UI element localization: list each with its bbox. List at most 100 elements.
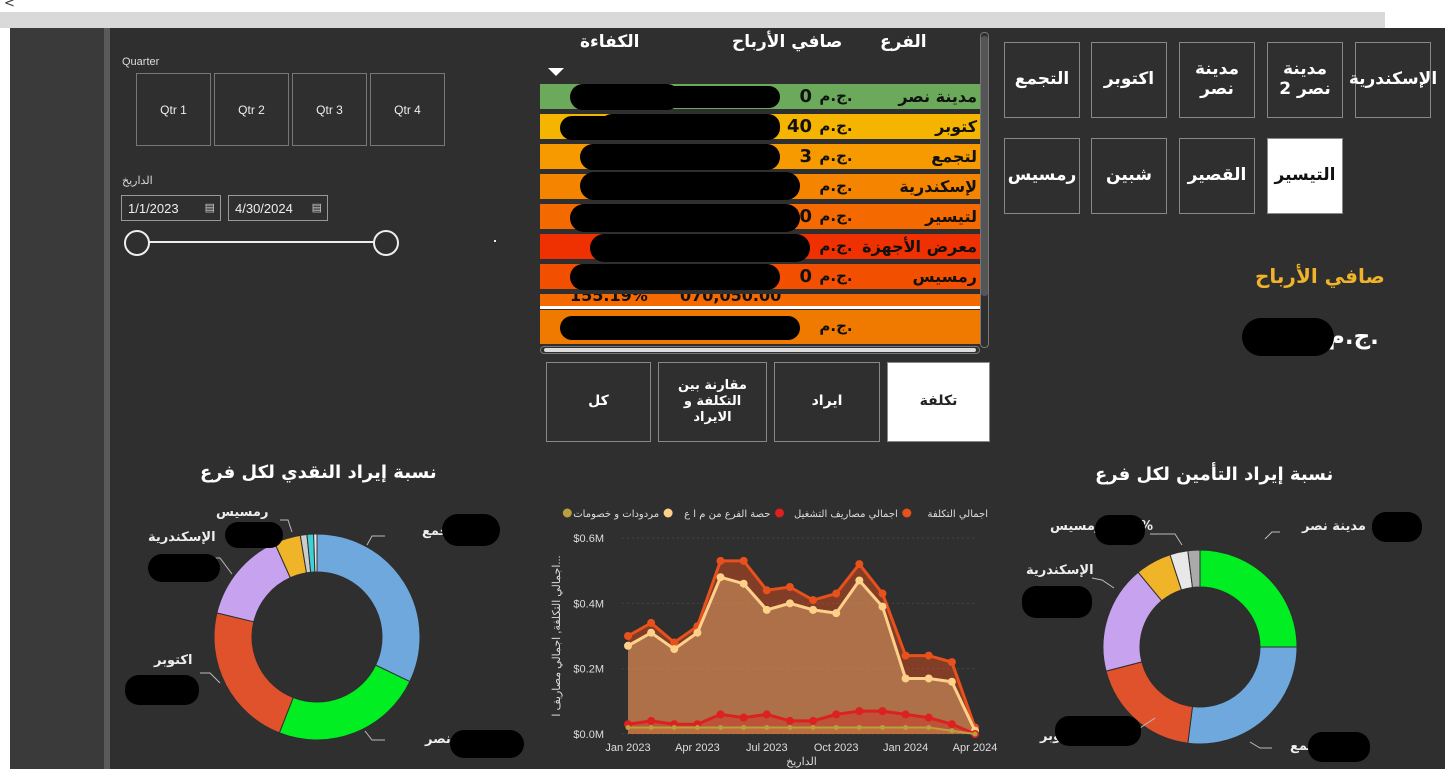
data-point[interactable]: [924, 651, 933, 660]
x-tick-label: Oct 2023: [814, 742, 859, 754]
data-point[interactable]: [901, 710, 910, 719]
redaction: [1022, 586, 1092, 618]
data-point[interactable]: [762, 710, 771, 719]
redaction: [1372, 512, 1422, 542]
data-point[interactable]: [832, 589, 841, 598]
redaction: [225, 522, 283, 548]
data-point[interactable]: [647, 618, 656, 627]
data-point[interactable]: [810, 724, 816, 730]
y-tick-label: $0.0M: [573, 729, 604, 741]
redaction: [450, 730, 524, 758]
data-point[interactable]: [624, 641, 632, 650]
redaction: [1055, 716, 1141, 746]
redaction: [1308, 732, 1370, 762]
legend-marker[interactable]: [663, 508, 673, 518]
data-point[interactable]: [924, 674, 933, 683]
data-point[interactable]: [855, 576, 864, 585]
redaction: [148, 554, 220, 582]
legend-label: اجمالي مصاريف التشغيل: [794, 509, 898, 520]
leader-line: [1091, 577, 1115, 589]
data-point[interactable]: [879, 724, 885, 730]
x-tick-label: Apr 2023: [675, 742, 720, 754]
data-point[interactable]: [947, 677, 956, 686]
data-point[interactable]: [671, 724, 677, 730]
data-point[interactable]: [785, 599, 794, 608]
donut-slice[interactable]: [316, 533, 421, 683]
data-point[interactable]: [718, 724, 724, 730]
redaction: [1095, 515, 1145, 545]
data-point[interactable]: [832, 609, 841, 618]
data-point[interactable]: [833, 724, 839, 730]
donut-slice[interactable]: [278, 664, 411, 741]
cost-area-chart: $0.0M $0.2M $0.4M $0.6M Jan 2023 Apr 2023 Jul …: [551, 508, 998, 768]
x-tick-label: Jan 2024: [883, 742, 928, 754]
data-point[interactable]: [693, 628, 702, 637]
data-point[interactable]: [741, 724, 747, 730]
donut-slice[interactable]: [213, 612, 294, 734]
data-point[interactable]: [694, 724, 700, 730]
data-point[interactable]: [855, 560, 864, 569]
data-point[interactable]: [924, 713, 933, 722]
data-point[interactable]: [716, 573, 725, 582]
data-point[interactable]: [901, 674, 910, 683]
data-point[interactable]: [972, 731, 978, 737]
x-tick-label: Jan 2023: [605, 742, 650, 754]
data-point[interactable]: [949, 728, 955, 734]
donut-slice[interactable]: [1187, 646, 1298, 745]
data-point[interactable]: [809, 716, 818, 725]
data-point[interactable]: [716, 556, 725, 565]
dashboard-canvas: Quarter Qtr 1 Qtr 2 Qtr 3 Qtr 4 الداريخ …: [10, 28, 1445, 769]
data-point[interactable]: [903, 724, 909, 730]
data-point[interactable]: [947, 720, 956, 729]
redaction: [442, 514, 500, 546]
data-point[interactable]: [625, 724, 631, 730]
data-point[interactable]: [648, 724, 654, 730]
data-point[interactable]: [878, 602, 887, 611]
app-window: < Quarter Qtr 1 Qtr 2 Qtr 3 Qtr 4 الداري…: [0, 0, 1453, 769]
data-point[interactable]: [739, 579, 748, 588]
top-scrollbar[interactable]: [0, 12, 1385, 28]
data-point[interactable]: [647, 628, 656, 637]
y-tick-label: $0.2M: [573, 664, 604, 676]
data-point[interactable]: [739, 556, 748, 565]
legend-marker[interactable]: [902, 508, 912, 518]
data-point[interactable]: [647, 716, 656, 725]
data-point[interactable]: [670, 645, 679, 654]
charts-layer: $0.0M $0.2M $0.4M $0.6M Jan 2023 Apr 2023 Jul …: [200, 508, 1298, 768]
data-point[interactable]: [832, 710, 841, 719]
data-point[interactable]: [947, 658, 956, 667]
donut-slice[interactable]: [216, 542, 291, 623]
leader-line: [1264, 531, 1280, 540]
leader-line: [364, 730, 385, 741]
data-point[interactable]: [878, 589, 887, 598]
data-point[interactable]: [764, 724, 770, 730]
data-point[interactable]: [624, 632, 632, 640]
data-point[interactable]: [856, 724, 862, 730]
legend-marker[interactable]: [775, 508, 784, 518]
leader-line: [1150, 533, 1183, 546]
data-point[interactable]: [762, 605, 771, 614]
data-point[interactable]: [716, 710, 725, 719]
back-icon[interactable]: <: [4, 0, 15, 11]
data-point[interactable]: [809, 596, 818, 605]
donut-slice[interactable]: [1199, 549, 1298, 648]
x-tick-label: Apr 2024: [953, 742, 998, 754]
data-point[interactable]: [901, 651, 910, 660]
legend-label: حصة الفرع من م ا ع: [684, 509, 770, 520]
data-point[interactable]: [785, 583, 794, 591]
x-tick-label: Jul 2023: [746, 742, 788, 754]
leader-line: [366, 535, 385, 546]
data-point[interactable]: [762, 586, 771, 595]
data-point[interactable]: [809, 605, 818, 614]
data-point[interactable]: [878, 707, 887, 716]
data-point[interactable]: [926, 724, 932, 730]
data-point[interactable]: [739, 713, 748, 722]
legend-label: اجمالي التكلفة: [928, 509, 988, 520]
y-tick-label: $0.6M: [573, 533, 604, 545]
data-point[interactable]: [855, 707, 864, 716]
cash-revenue-donut: [213, 533, 421, 741]
leader-line: [200, 672, 221, 684]
data-point[interactable]: [787, 724, 793, 730]
data-point[interactable]: [785, 716, 794, 725]
legend-marker[interactable]: [562, 508, 572, 518]
